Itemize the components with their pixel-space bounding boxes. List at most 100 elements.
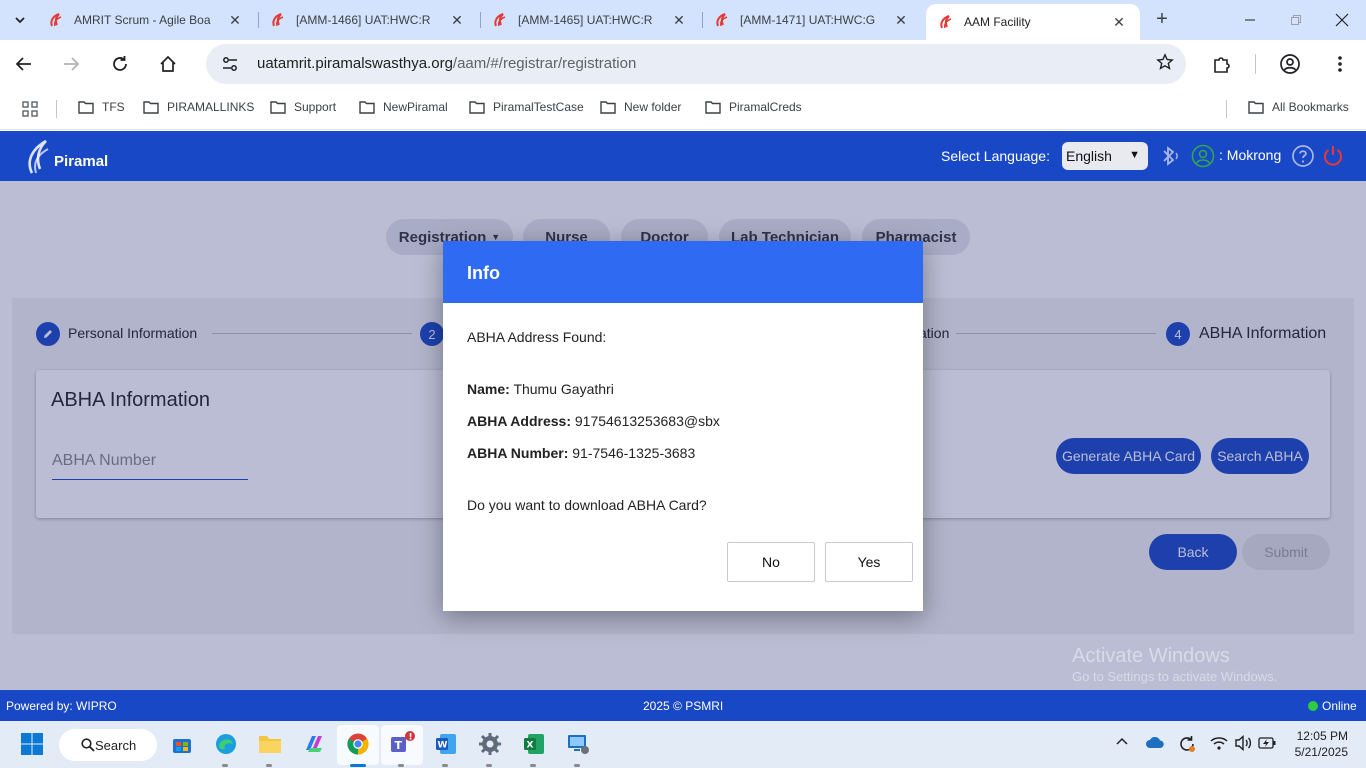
remote-desktop-icon <box>568 735 589 754</box>
logout-button[interactable] <box>1321 144 1345 168</box>
tab-search-button[interactable] <box>6 6 34 34</box>
abha-address-label: ABHA Address: <box>467 413 571 429</box>
volume-tray[interactable] <box>1234 734 1252 754</box>
taskbar-file-explorer[interactable] <box>256 730 284 758</box>
name-label: Name: <box>467 381 510 397</box>
taskbar-clock[interactable]: 12:05 PM 5/21/2025 <box>1288 728 1348 760</box>
button-label: No <box>762 554 780 570</box>
running-indicator <box>398 764 404 767</box>
abha-address-row: ABHA Address: 91754613253683@sbx <box>467 413 720 429</box>
browser-tab-active[interactable]: AAM Facility ✕ <box>926 4 1140 40</box>
close-icon[interactable]: ✕ <box>1110 13 1128 31</box>
taskbar-excel[interactable]: X <box>520 730 548 758</box>
folder-icon <box>359 101 375 114</box>
profile-button[interactable] <box>1274 48 1306 80</box>
close-icon[interactable]: ✕ <box>448 11 466 29</box>
address-bar[interactable]: uatamrit.piramalswasthya.org/aam/#/regis… <box>206 44 1186 84</box>
running-indicator <box>486 764 492 767</box>
browser-toolbar: uatamrit.piramalswasthya.org/aam/#/regis… <box>0 40 1366 88</box>
minimize-button[interactable] <box>1230 6 1270 34</box>
online-status-icon <box>1308 701 1318 711</box>
bookmark-folder-piramalcreds[interactable]: PiramalCreds <box>705 100 802 114</box>
dialog-title: Info <box>467 263 500 283</box>
piramal-favicon-icon <box>494 13 506 27</box>
folder-icon <box>705 101 721 114</box>
browser-tab-1[interactable]: AMRIT Scrum - Agile Boa ✕ <box>36 4 256 36</box>
taskbar-teams[interactable]: T! <box>388 730 416 758</box>
bookmark-folder-new-folder[interactable]: New folder <box>600 100 681 114</box>
abha-number-value: 91-7546-1325-3683 <box>572 445 696 461</box>
browser-tab-2[interactable]: [AMM-1466] UAT:HWC:R ✕ <box>258 4 478 36</box>
bookmark-folder-tfs[interactable]: TFS <box>78 100 125 114</box>
svg-text:T: T <box>395 739 403 752</box>
close-icon[interactable]: ✕ <box>892 11 910 29</box>
browser-tab-3[interactable]: [AMM-1465] UAT:HWC:R ✕ <box>480 4 700 36</box>
running-indicator <box>530 764 536 767</box>
bookmark-folder-newpiramal[interactable]: NewPiramal <box>359 100 448 114</box>
no-button[interactable]: No <box>727 542 815 582</box>
browser-menu-button[interactable] <box>1324 48 1356 80</box>
name-value: Thumu Gayathri <box>513 381 614 397</box>
bookmark-folder-piramaltestcase[interactable]: PiramalTestCase <box>469 100 584 114</box>
taskbar-m365[interactable] <box>300 730 328 758</box>
back-button[interactable] <box>8 48 40 80</box>
running-indicator <box>574 764 580 767</box>
piramal-favicon-icon <box>716 13 728 27</box>
taskbar-edge[interactable] <box>212 730 240 758</box>
browser-tab-4[interactable]: [AMM-1471] UAT:HWC:G ✕ <box>702 4 922 36</box>
tab-title: AAM Facility <box>964 15 1031 29</box>
taskbar-settings[interactable] <box>476 730 504 758</box>
arrow-left-icon <box>15 57 31 71</box>
gear-icon <box>479 733 501 755</box>
bookmark-folder-support[interactable]: Support <box>270 100 336 114</box>
close-icon[interactable]: ✕ <box>226 11 244 29</box>
taskbar-chrome[interactable] <box>344 730 372 758</box>
new-tab-button[interactable]: + <box>1150 8 1174 32</box>
battery-tray[interactable] <box>1258 735 1276 754</box>
wifi-icon <box>1210 737 1228 750</box>
close-window-button[interactable] <box>1322 6 1362 34</box>
piramal-logo[interactable]: Piramal <box>26 139 108 175</box>
forward-button[interactable] <box>55 48 87 80</box>
home-button[interactable] <box>152 48 184 80</box>
taskbar-remote-desktop[interactable] <box>564 730 592 758</box>
bookmarks-bar: TFS PIRAMALLINKS Support NewPiramal Pira… <box>0 88 1366 130</box>
extensions-button[interactable] <box>1206 48 1238 80</box>
windows-taskbar: Search T! W X 12:05 PM 5/21/2025 <box>0 721 1366 768</box>
running-indicator <box>442 764 448 767</box>
bluetooth-button[interactable] <box>1157 144 1181 168</box>
bookmark-star-button[interactable] <box>1156 53 1174 74</box>
bookmark-label: Support <box>294 100 337 114</box>
app-header: Piramal Select Language: English ▼ : Mok… <box>0 131 1366 181</box>
puzzle-icon <box>1214 57 1230 73</box>
app-footer: Powered by: WIPRO 2025 © PSMRI Online <box>0 690 1366 721</box>
apps-button[interactable] <box>22 101 46 117</box>
taskbar-search[interactable]: Search <box>59 729 157 761</box>
taskbar-word[interactable]: W <box>432 730 460 758</box>
start-button[interactable] <box>18 730 46 758</box>
language-select[interactable]: English ▼ <box>1062 142 1148 170</box>
button-label: Yes <box>857 554 881 570</box>
all-bookmarks-button[interactable]: All Bookmarks <box>1248 100 1349 114</box>
clock-date: 5/21/2025 <box>1294 745 1348 759</box>
wifi-tray[interactable] <box>1210 735 1228 754</box>
site-info-button[interactable] <box>216 50 244 78</box>
clock-time: 12:05 PM <box>1296 729 1348 743</box>
sync-tray[interactable] <box>1178 735 1196 756</box>
help-circle-icon <box>1292 145 1314 167</box>
show-hidden-icons-button[interactable] <box>1115 735 1129 752</box>
onedrive-tray[interactable] <box>1145 735 1165 752</box>
help-button[interactable] <box>1291 144 1315 168</box>
close-icon[interactable]: ✕ <box>670 11 688 29</box>
yes-button[interactable]: Yes <box>825 542 913 582</box>
activate-windows-title: Activate Windows <box>1072 645 1230 667</box>
maximize-button[interactable] <box>1276 6 1316 34</box>
store-icon <box>173 739 191 753</box>
sync-icon <box>1180 736 1195 752</box>
reload-button[interactable] <box>104 48 136 80</box>
taskbar-store[interactable] <box>168 730 196 758</box>
user-avatar[interactable] <box>1191 144 1215 168</box>
online-status-label: Online <box>1322 699 1357 713</box>
folder-icon <box>600 101 616 114</box>
bookmark-folder-piramallinks[interactable]: PIRAMALLINKS <box>143 100 254 114</box>
